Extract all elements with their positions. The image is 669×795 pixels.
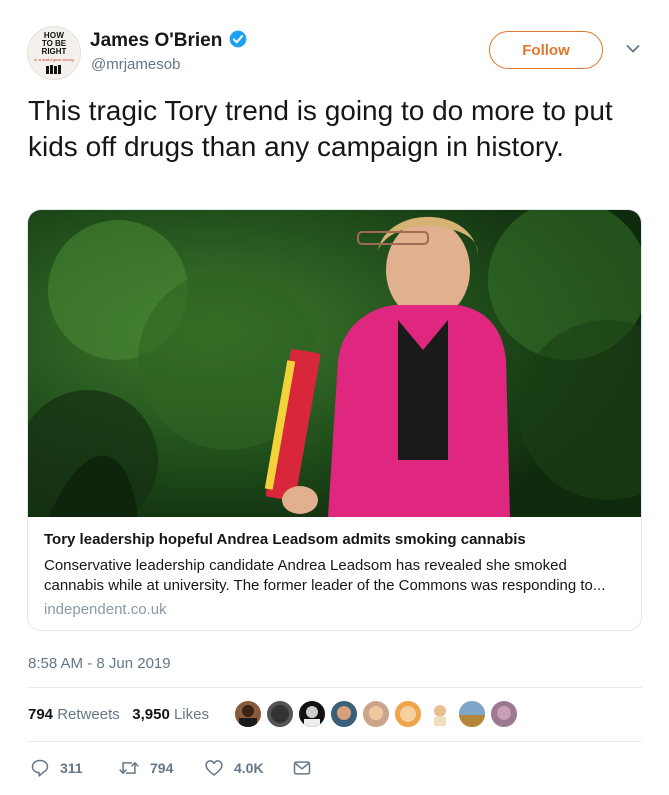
author-name[interactable]: James O'Brien bbox=[90, 30, 222, 52]
liker-avatar[interactable] bbox=[298, 700, 326, 728]
divider bbox=[27, 741, 642, 742]
retweet-icon bbox=[119, 762, 139, 774]
card-title: Tory leadership hopeful Andrea Leadsom a… bbox=[44, 531, 526, 548]
chevron-down-icon[interactable] bbox=[626, 44, 640, 54]
tweet-timestamp[interactable]: 8:58 AM - 8 Jun 2019 bbox=[28, 655, 171, 672]
reply-action[interactable]: 311 bbox=[30, 758, 83, 778]
direct-message-icon bbox=[293, 761, 311, 775]
direct-message-action[interactable] bbox=[292, 758, 312, 778]
reply-icon bbox=[31, 759, 49, 777]
link-card[interactable]: Tory leadership hopeful Andrea Leadsom a… bbox=[27, 209, 642, 631]
reply-count: 311 bbox=[60, 760, 83, 776]
follow-button[interactable]: Follow bbox=[489, 31, 603, 69]
liker-avatar[interactable] bbox=[490, 700, 518, 728]
liker-avatar[interactable] bbox=[426, 700, 454, 728]
tweet: HOW TO BE RIGHT in a world gone wrong Ja… bbox=[0, 0, 669, 795]
like-action[interactable]: 4.0K bbox=[204, 758, 264, 778]
card-description: Conservative leadership candidate Andrea… bbox=[44, 557, 606, 594]
retweet-action[interactable]: 794 bbox=[118, 758, 173, 778]
liker-avatar[interactable] bbox=[330, 700, 358, 728]
heart-icon bbox=[205, 760, 223, 776]
retweets-count[interactable]: 794 bbox=[28, 706, 53, 723]
tweet-text: This tragic Tory trend is going to do mo… bbox=[28, 95, 613, 162]
author-handle[interactable]: @mrjamesob bbox=[91, 56, 180, 73]
card-image bbox=[28, 210, 641, 517]
divider bbox=[27, 687, 642, 688]
liker-avatar[interactable] bbox=[394, 700, 422, 728]
verified-badge-icon bbox=[229, 30, 247, 48]
avatar-figures-icon bbox=[46, 65, 61, 74]
card-domain: independent.co.uk bbox=[44, 601, 167, 618]
liker-avatar[interactable] bbox=[362, 700, 390, 728]
retweet-count: 794 bbox=[150, 760, 174, 776]
engagement-stats: 794 Retweets 3,950 Likes bbox=[28, 706, 209, 723]
liker-avatar[interactable] bbox=[266, 700, 294, 728]
liker-avatar[interactable] bbox=[458, 700, 486, 728]
like-count: 4.0K bbox=[234, 760, 264, 776]
author-avatar[interactable]: HOW TO BE RIGHT in a world gone wrong bbox=[27, 26, 81, 80]
liker-avatar[interactable] bbox=[234, 700, 262, 728]
retweets-label[interactable]: Retweets bbox=[57, 706, 120, 723]
likes-count[interactable]: 3,950 bbox=[132, 706, 170, 723]
likes-label[interactable]: Likes bbox=[174, 706, 209, 723]
